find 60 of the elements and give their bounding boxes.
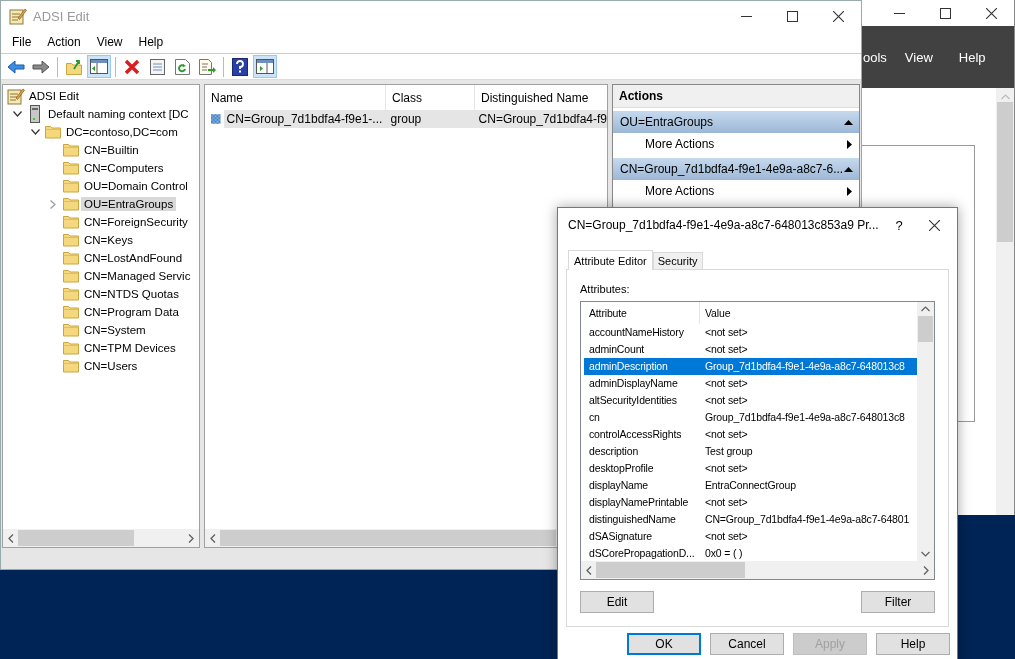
tree-item[interactable]: Default naming context [DC (45, 107, 192, 121)
dialog-button[interactable]: Cancel (710, 633, 784, 655)
attribute-row[interactable]: dSCorePropagationD... 0x0 = ( ) (584, 544, 917, 561)
tree-item[interactable]: CN=TPM Devices (81, 341, 179, 355)
column-header[interactable]: Distinguished Name (475, 85, 607, 110)
menu-item[interactable]: Help (130, 35, 172, 49)
attribute-row[interactable]: adminDescription Group_7d1bdfa4-f9e1-4e9a-a8c7-648013c8 (584, 357, 917, 375)
tree-item[interactable]: CN=Users (81, 359, 141, 373)
dialog-title: CN=Group_7d1bdfa4-f9e1-4e9a-a8c7-648013c853a9 Pr... (568, 218, 879, 232)
attribute-row[interactable]: displayNamePrintable <not set> (584, 493, 917, 511)
list-button[interactable]: Edit (580, 591, 654, 613)
tree-item[interactable]: CN=Builtin (81, 143, 142, 157)
tab[interactable]: Attribute Editor (568, 250, 653, 270)
list-cell-text: CN=Group_7d1bdfa4-f9e1-... (225, 112, 384, 126)
attribute-row[interactable]: description Test group (584, 442, 917, 460)
tree-item[interactable]: CN=System (81, 323, 149, 337)
list-cell-text: group (389, 112, 423, 126)
menu-item[interactable]: View (88, 35, 131, 49)
tree-item[interactable]: CN=Keys (81, 233, 136, 247)
tree-item[interactable]: DC=contoso,DC=com (63, 125, 181, 139)
action-item[interactable]: More Actions (613, 133, 859, 155)
menu-item[interactable]: Action (39, 35, 89, 49)
attribute-row[interactable]: desktopProfile <not set> (584, 459, 917, 477)
tree-item[interactable]: ADSI Edit (26, 89, 82, 103)
menu-item[interactable]: Help (958, 49, 1000, 65)
attribute-row[interactable]: accountNameHistory <not set> (584, 323, 917, 341)
attribute-row[interactable]: adminCount <not set> (584, 340, 917, 358)
tree-item[interactable]: CN=Program Data (81, 305, 182, 319)
attribute-row[interactable]: dSASignature <not set> (584, 527, 917, 545)
dialog-button[interactable]: OK (627, 633, 701, 655)
list-cell-text: CN=Group_7d1bdfa4-f9 (477, 112, 607, 126)
tab[interactable]: Security (652, 252, 703, 269)
attributes-label: Attributes: (580, 283, 631, 295)
window-title: ADSI Edit (33, 8, 90, 24)
column-header[interactable]: Value (700, 306, 917, 319)
tree-item[interactable]: OU=EntraGroups (81, 197, 177, 211)
attribute-row[interactable]: adminDisplayName <not set> (584, 374, 917, 392)
tree-item[interactable]: CN=LostAndFound (81, 251, 186, 265)
menu-item[interactable]: View (904, 49, 959, 65)
pane-header: Actions (613, 85, 859, 108)
menu-item[interactable]: ools (863, 49, 905, 65)
tree-item[interactable]: OU=Domain Control (81, 179, 191, 193)
column-header[interactable]: Attribute (584, 302, 700, 324)
action-section-header[interactable]: OU=EntraGroups (613, 111, 859, 133)
list-row[interactable]: CN=Group_7d1bdfa4-f9e1-... group CN=Group_7d1bdfa4-f9 (223, 110, 607, 128)
attribute-row[interactable]: altSecurityIdentities <not set> (584, 391, 917, 409)
attribute-row[interactable]: displayName EntraConnectGroup (584, 476, 917, 494)
dialog-button[interactable]: Help (876, 633, 950, 655)
action-section-header[interactable]: CN=Group_7d1bdfa4-f9e1-4e9a-a8c7-6... (613, 158, 859, 180)
tree-item[interactable]: CN=Managed Servic (81, 269, 194, 283)
attribute-row[interactable]: controlAccessRights <not set> (584, 425, 917, 443)
attribute-row[interactable]: distinguishedName CN=Group_7d1bdfa4-f9e1-4e9a-a8c7-64801 (584, 510, 917, 528)
tree-item[interactable]: CN=Computers (81, 161, 167, 175)
tree-item[interactable]: CN=NTDS Quotas (81, 287, 182, 301)
list-button[interactable]: Filter (861, 591, 935, 613)
action-item[interactable]: More Actions (613, 180, 859, 202)
help-button[interactable]: ? (887, 217, 911, 233)
attribute-row[interactable]: cn Group_7d1bdfa4-f9e1-4e9a-a8c7-648013c8 (584, 408, 917, 426)
menu-item[interactable]: File (4, 35, 40, 49)
tree-item[interactable]: CN=ForeignSecurity (81, 215, 191, 229)
